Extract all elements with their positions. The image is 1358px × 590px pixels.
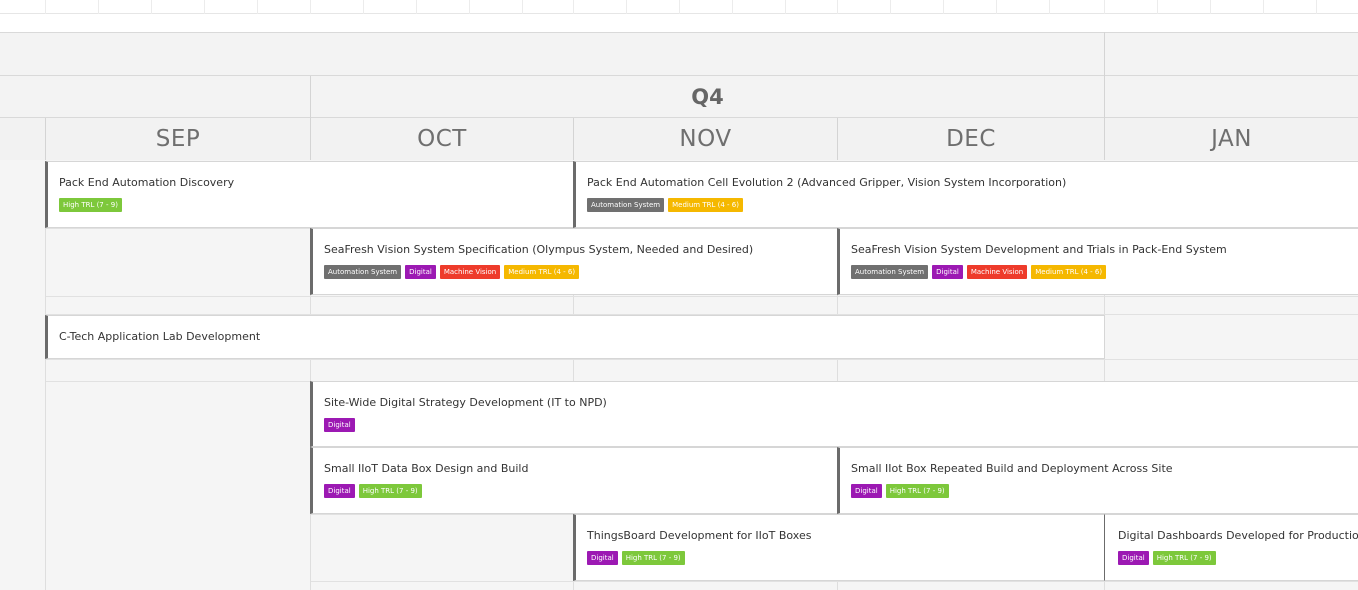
month-gutter (0, 118, 46, 161)
tag-machine-vision: Machine Vision (966, 265, 1028, 279)
roadmap-card-pack-end-cell-evolution[interactable]: Pack End Automation Cell Evolution 2 (Ad… (573, 161, 1358, 228)
roadmap-card-pack-end-discovery[interactable]: Pack End Automation Discovery High TRL (… (45, 161, 574, 228)
ruler-tick (310, 0, 311, 14)
roadmap-card-digital-strategy[interactable]: Site-Wide Digital Strategy Development (… (310, 381, 1358, 447)
month-jan: JAN (1105, 118, 1358, 161)
month-nov: NOV (574, 118, 838, 161)
month-dec: DEC (838, 118, 1105, 161)
ruler-tick (98, 0, 99, 14)
ruler-tick (416, 0, 417, 14)
ruler-tick (1316, 0, 1317, 14)
tag-digital: Digital (324, 484, 355, 498)
card-title: Small IIoT Data Box Design and Build (324, 462, 529, 475)
card-title: Pack End Automation Discovery (59, 176, 235, 189)
ruler-tick (573, 0, 574, 14)
ruler-tick (204, 0, 205, 14)
quarter-label: Q4 (691, 85, 724, 109)
ruler-tick (522, 0, 523, 14)
ruler-tick (785, 0, 786, 14)
ruler-tick (151, 0, 152, 14)
tag-medium-trl: Medium TRL (4 - 6) (668, 198, 743, 212)
ruler-tick (469, 0, 470, 14)
tag-digital: Digital (405, 265, 436, 279)
card-title: Site-Wide Digital Strategy Development (… (324, 396, 607, 409)
row-line (46, 296, 1358, 297)
tag-digital: Digital (324, 418, 355, 432)
row-line (311, 581, 1358, 582)
tag-medium-trl: Medium TRL (4 - 6) (1031, 265, 1107, 279)
ruler-tick (1104, 0, 1105, 14)
roadmap-card-seafresh-development[interactable]: SeaFresh Vision System Development and T… (837, 228, 1358, 295)
ruler-tick (732, 0, 733, 14)
card-title: Pack End Automation Cell Evolution 2 (Ad… (587, 176, 1067, 189)
card-title: SeaFresh Vision System Development and T… (851, 243, 1227, 256)
timeline-ruler (0, 0, 1358, 14)
ruler-tick (679, 0, 680, 14)
tag-digital: Digital (1118, 551, 1149, 565)
ruler-tick (363, 0, 364, 14)
tag-automation-system: Automation System (851, 265, 929, 279)
month-sep: SEP (46, 118, 311, 161)
ruler-tick (890, 0, 891, 14)
card-title: ThingsBoard Development for IIoT Boxes (587, 529, 812, 542)
ruler-tick (1263, 0, 1264, 14)
tag-automation-system: Automation System (587, 198, 665, 212)
roadmap-card-seafresh-specification[interactable]: SeaFresh Vision System Specification (Ol… (310, 228, 838, 295)
row-line (46, 359, 1358, 360)
tag-automation-system: Automation System (324, 265, 402, 279)
ruler-tick (1210, 0, 1211, 14)
tag-digital: Digital (851, 484, 882, 498)
month-oct: OCT (311, 118, 574, 161)
year-divider (1104, 32, 1105, 76)
roadmap-card-thingsboard[interactable]: ThingsBoard Development for IIoT Boxes D… (573, 514, 1105, 581)
card-title: Digital Dashboards Developed for Product… (1118, 529, 1358, 542)
tag-high-trl: High TRL (7 - 9) (59, 198, 122, 212)
roadmap-card-digital-dashboards[interactable]: Digital Dashboards Developed for Product… (1104, 514, 1358, 581)
tag-digital: Digital (932, 265, 963, 279)
year-header (0, 32, 1358, 76)
roadmap-card-ctech-lab[interactable]: C-Tech Application Lab Development (45, 315, 1105, 359)
card-title: Small IIot Box Repeated Build and Deploy… (851, 462, 1173, 475)
tag-digital: Digital (587, 551, 618, 565)
roadmap-card-iiot-box-deployment[interactable]: Small IIot Box Repeated Build and Deploy… (837, 447, 1358, 514)
ruler-tick (626, 0, 627, 14)
ruler-tick (837, 0, 838, 14)
tag-high-trl: High TRL (7 - 9) (1152, 551, 1216, 565)
ruler-tick (996, 0, 997, 14)
card-title: SeaFresh Vision System Specification (Ol… (324, 243, 754, 256)
tag-high-trl: High TRL (7 - 9) (885, 484, 949, 498)
ruler-tick (943, 0, 944, 14)
tag-medium-trl: Medium TRL (4 - 6) (504, 265, 580, 279)
quarter-divider (1104, 76, 1105, 118)
ruler-tick (257, 0, 258, 14)
tag-machine-vision: Machine Vision (439, 265, 501, 279)
roadmap-card-iiot-box-design[interactable]: Small IIoT Data Box Design and Build Dig… (310, 447, 838, 514)
tag-high-trl: High TRL (7 - 9) (621, 551, 685, 565)
tag-high-trl: High TRL (7 - 9) (358, 484, 422, 498)
ruler-tick (1049, 0, 1050, 14)
ruler-tick (1157, 0, 1158, 14)
ruler-tick (45, 0, 46, 14)
card-title: C-Tech Application Lab Development (59, 330, 261, 343)
